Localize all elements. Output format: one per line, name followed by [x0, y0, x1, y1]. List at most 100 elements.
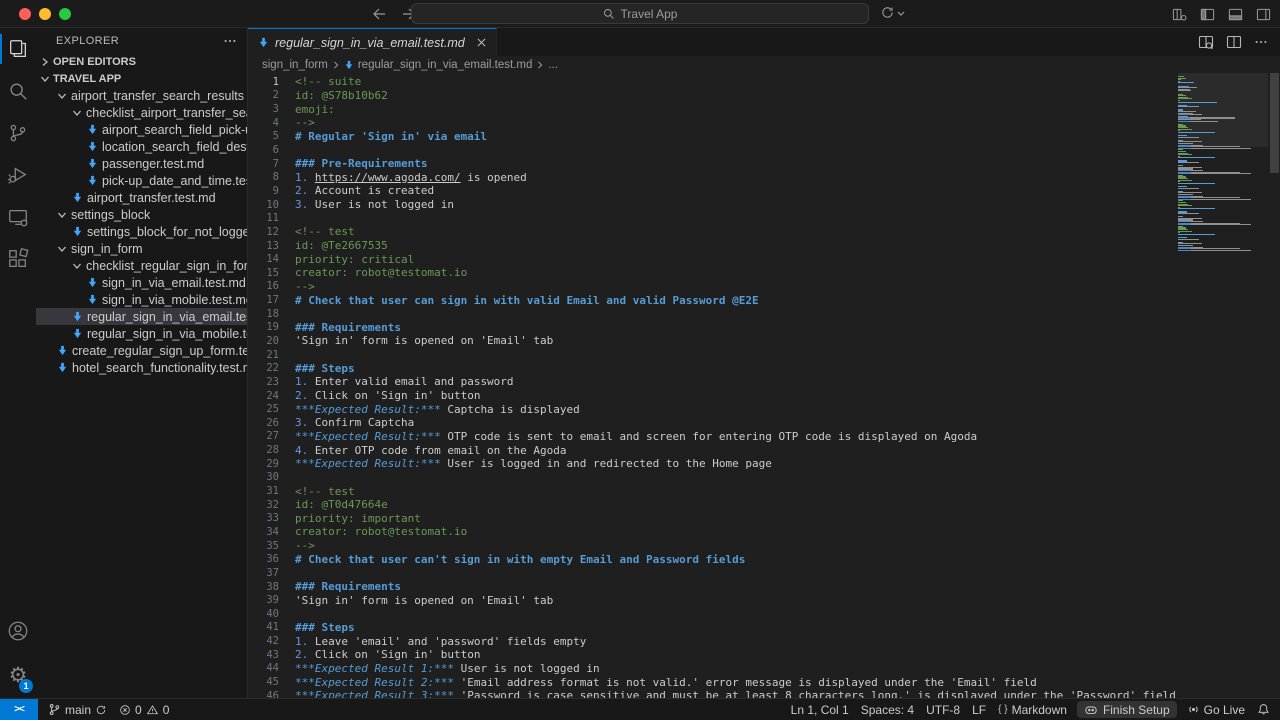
cursor-position[interactable]: Ln 1, Col 1 — [785, 699, 855, 720]
code-line[interactable]: 263. Confirm Captcha — [248, 416, 1170, 430]
tree-item[interactable]: create_regular_sign_up_form.test.md — [36, 342, 247, 359]
go-live-button[interactable]: Go Live — [1181, 699, 1251, 720]
breadcrumb-symbol[interactable]: ... — [548, 59, 558, 71]
extensions-icon[interactable] — [0, 238, 36, 280]
workspace-root-folder[interactable]: TRAVEL APP — [36, 70, 247, 87]
code-line[interactable]: 16--> — [248, 280, 1170, 294]
tree-item[interactable]: regular_sign_in_via_mobile.test.md — [36, 325, 247, 342]
tree-item[interactable]: checklist_airport_transfer_search_fie... — [36, 104, 247, 121]
language-mode[interactable]: { } Markdown — [992, 699, 1073, 720]
customize-layout-icon[interactable] — [1170, 5, 1188, 23]
tree-item[interactable]: checklist_regular_sign_in_form_field... — [36, 257, 247, 274]
tree-item[interactable]: airport_transfer.test.md — [36, 189, 247, 206]
code-line[interactable]: 5# Regular 'Sign in' via email — [248, 130, 1170, 144]
code-line[interactable]: 29***Expected Result:*** User is logged … — [248, 457, 1170, 471]
tree-item[interactable]: settings_block_for_not_logged-in_us... — [36, 223, 247, 240]
code-line[interactable]: 231. Enter valid email and password — [248, 375, 1170, 389]
tree-item[interactable]: sign_in_via_email.test.md — [36, 274, 247, 291]
code-line[interactable]: 1<!-- suite — [248, 75, 1170, 89]
minimize-window-button[interactable] — [39, 8, 51, 20]
code-line[interactable]: 3emoji: — [248, 102, 1170, 116]
git-branch-item[interactable]: main — [38, 699, 113, 720]
code-line[interactable]: 432. Click on 'Sign in' button — [248, 648, 1170, 662]
open-preview-icon[interactable] — [1198, 34, 1214, 50]
code-line[interactable]: 38### Requirements — [248, 580, 1170, 594]
code-line[interactable]: 22### Steps — [248, 361, 1170, 375]
search-sidebar-icon[interactable] — [0, 70, 36, 112]
code-line[interactable]: 13id: @Te2667535 — [248, 239, 1170, 253]
notifications-bell-icon[interactable] — [1251, 699, 1280, 720]
code-line[interactable]: 2id: @S78b10b62 — [248, 89, 1170, 103]
code-editor[interactable]: 1<!-- suite2id: @S78b10b623emoji:4-->5# … — [248, 73, 1280, 698]
code-line[interactable]: 35--> — [248, 539, 1170, 553]
code-line[interactable]: 242. Click on 'Sign in' button — [248, 389, 1170, 403]
zoom-window-button[interactable] — [59, 8, 71, 20]
code-line[interactable]: 40 — [248, 607, 1170, 621]
finish-setup-button[interactable]: Finish Setup — [1077, 701, 1177, 718]
code-line[interactable]: 11 — [248, 211, 1170, 225]
code-line[interactable]: 6 — [248, 143, 1170, 157]
go-back-icon[interactable] — [368, 5, 390, 23]
code-line[interactable]: 14priority: critical — [248, 252, 1170, 266]
breadcrumb-file[interactable]: regular_sign_in_via_email.test.md — [358, 59, 533, 71]
tab-close-icon[interactable] — [477, 38, 486, 47]
tree-item[interactable]: airport_search_field_pick-up_airpor... — [36, 121, 247, 138]
code-line[interactable]: 44***Expected Result 1:*** User is not l… — [248, 662, 1170, 676]
code-line[interactable]: 25***Expected Result:*** Captcha is disp… — [248, 402, 1170, 416]
toggle-secondary-sidebar-icon[interactable] — [1254, 5, 1272, 23]
code-line[interactable]: 21 — [248, 348, 1170, 362]
code-line[interactable]: 284. Enter OTP code from email on the Ag… — [248, 443, 1170, 457]
toggle-panel-icon[interactable] — [1226, 5, 1244, 23]
code-line[interactable]: 27***Expected Result:*** OTP code is sen… — [248, 430, 1170, 444]
toggle-primary-sidebar-icon[interactable] — [1198, 5, 1216, 23]
code-line[interactable]: 18 — [248, 307, 1170, 321]
close-window-button[interactable] — [19, 8, 31, 20]
code-line[interactable]: 17# Check that user can sign in with val… — [248, 293, 1170, 307]
code-line[interactable]: 20'Sign in' form is opened on 'Email' ta… — [248, 334, 1170, 348]
code-line[interactable]: 39'Sign in' form is opened on 'Email' ta… — [248, 593, 1170, 607]
source-control-icon[interactable] — [0, 112, 36, 154]
code-line[interactable]: 103. User is not logged in — [248, 198, 1170, 212]
command-center-search[interactable]: Travel App — [411, 3, 869, 24]
code-line[interactable]: 36# Check that user can't sign in with e… — [248, 552, 1170, 566]
indentation[interactable]: Spaces: 4 — [855, 699, 920, 720]
vertical-scrollbar[interactable] — [1270, 73, 1279, 173]
code-line[interactable]: 34creator: robot@testomat.io — [248, 525, 1170, 539]
code-line[interactable]: 31<!-- test — [248, 484, 1170, 498]
tree-item[interactable]: pick-up_date_and_time.test.md — [36, 172, 247, 189]
tree-item[interactable]: settings_block — [36, 206, 247, 223]
eol-sequence[interactable]: LF — [966, 699, 992, 720]
code-line[interactable]: 421. Leave 'email' and 'password' fields… — [248, 634, 1170, 648]
tree-item[interactable]: hotel_search_functionality.test.md — [36, 359, 247, 376]
tree-item[interactable]: passenger.test.md — [36, 155, 247, 172]
settings-gear-icon[interactable]: ⚙ 1 — [0, 652, 36, 698]
code-line[interactable]: 45***Expected Result 2:*** 'Email addres… — [248, 675, 1170, 689]
encoding[interactable]: UTF-8 — [920, 699, 966, 720]
code-line[interactable]: 32id: @T0d47664e — [248, 498, 1170, 512]
code-line[interactable]: 92. Account is created — [248, 184, 1170, 198]
minimap[interactable] — [1178, 76, 1268, 251]
remote-indicator[interactable]: >< — [0, 699, 38, 720]
code-line[interactable]: 4--> — [248, 116, 1170, 130]
open-editors-section[interactable]: OPEN EDITORS — [36, 53, 247, 70]
tree-item[interactable]: location_search_field_destination_l... — [36, 138, 247, 155]
tree-item[interactable]: regular_sign_in_via_email.test.md — [36, 308, 247, 325]
problems-item[interactable]: 0 0 — [113, 699, 175, 720]
code-line[interactable]: 30 — [248, 471, 1170, 485]
remote-explorer-icon[interactable] — [0, 196, 36, 238]
tree-item[interactable]: airport_transfer_search_results — [36, 87, 247, 104]
account-icon[interactable] — [0, 610, 36, 652]
code-line[interactable]: 19### Requirements — [248, 321, 1170, 335]
editor-more-actions-icon[interactable] — [1254, 35, 1268, 49]
code-line[interactable]: 7### Pre-Requirements — [248, 157, 1170, 171]
split-editor-icon[interactable] — [1226, 34, 1242, 50]
tree-item[interactable]: sign_in_form — [36, 240, 247, 257]
code-line[interactable]: 12<!-- test — [248, 225, 1170, 239]
explorer-more-actions-icon[interactable] — [223, 34, 237, 48]
code-line[interactable]: 41### Steps — [248, 621, 1170, 635]
tab-active-file[interactable]: regular_sign_in_via_email.test.md — [248, 28, 497, 56]
code-line[interactable]: 81. https://www.agoda.com/ is opened — [248, 170, 1170, 184]
run-debug-icon[interactable] — [0, 154, 36, 196]
explorer-icon[interactable] — [0, 28, 36, 70]
code-line[interactable]: 15creator: robot@testomat.io — [248, 266, 1170, 280]
